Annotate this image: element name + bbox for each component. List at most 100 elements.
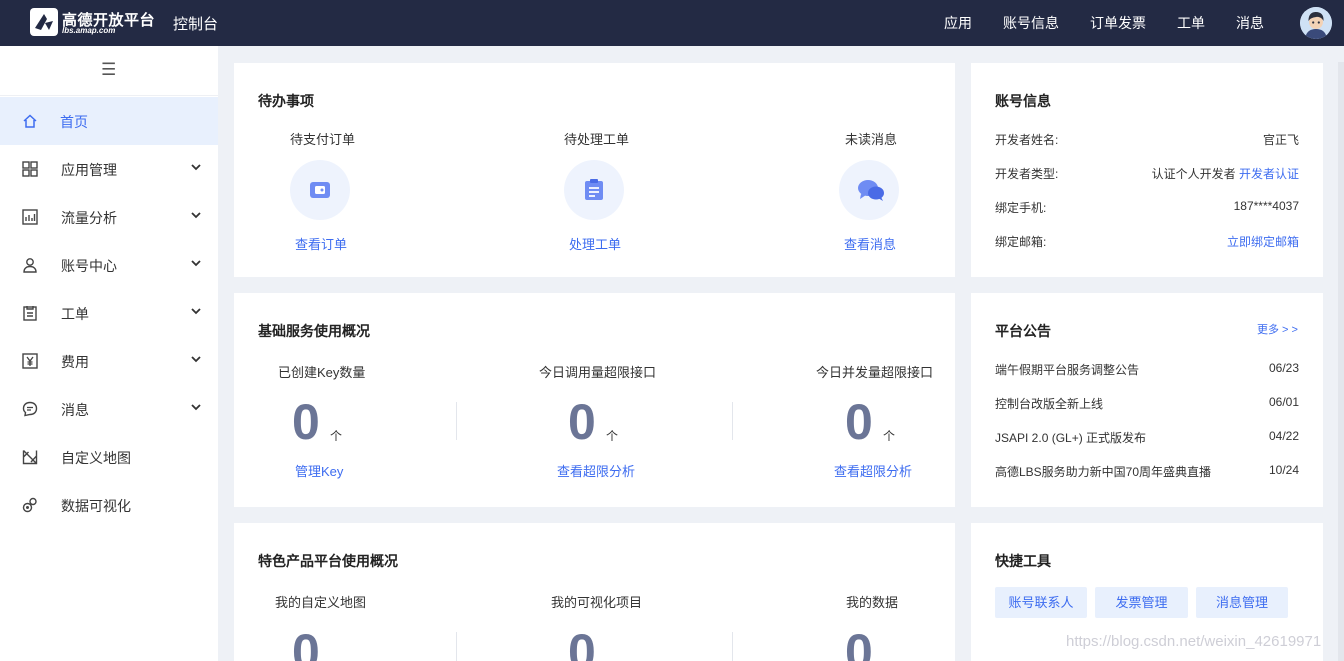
- sidebar-item-fees[interactable]: 费用: [0, 337, 218, 385]
- sidebar-item-account-center[interactable]: 账号中心: [0, 241, 218, 289]
- pending-tickets-label: 待处理工单: [564, 132, 630, 147]
- nav-apps[interactable]: 应用: [944, 0, 972, 46]
- sidebar-item-label: 自定义地图: [61, 450, 131, 466]
- chevron-down-icon: [191, 308, 201, 315]
- pending-orders-circle: [290, 160, 350, 220]
- sidebar-item-traffic-analysis[interactable]: 流量分析: [0, 193, 218, 241]
- sidebar-item-home[interactable]: 首页: [0, 97, 218, 145]
- announcement-item-title[interactable]: 端午假期平台服务调整公告: [995, 361, 1139, 378]
- sidebar-item-label: 消息: [61, 402, 89, 418]
- message-management-button[interactable]: 消息管理: [1196, 587, 1288, 618]
- pending-tickets-circle: [564, 160, 624, 220]
- developer-name-value: 官正飞: [1262, 133, 1299, 147]
- sidebar-item-app-management[interactable]: 应用管理: [0, 145, 218, 193]
- my-data-label: 我的数据: [846, 595, 899, 610]
- chevron-down-icon: [191, 404, 201, 411]
- unread-messages-circle: [839, 160, 899, 220]
- view-concurrency-over-limit-link[interactable]: 查看超限分析: [834, 461, 912, 480]
- pending-orders-label: 待支付订单: [290, 132, 356, 147]
- quick-tools-title: 快捷工具: [995, 553, 1051, 569]
- my-visual-projects-label: 我的可视化项目: [551, 595, 643, 610]
- handle-tickets-link[interactable]: 处理工单: [569, 234, 621, 253]
- source-watermark: https://blog.csdn.net/weixin_42619971: [1066, 633, 1322, 650]
- invoice-management-button[interactable]: 发票管理: [1095, 587, 1188, 618]
- daily-call-over-limit-label: 今日调用量超限接口: [539, 365, 657, 380]
- sidebar-item-custom-map[interactable]: 自定义地图: [0, 433, 218, 481]
- user-avatar[interactable]: [1300, 7, 1332, 39]
- menu-toggle-button[interactable]: ☰: [0, 46, 218, 96]
- brand-domain: lbs.amap.com: [62, 26, 116, 35]
- chat-icon: [858, 180, 884, 201]
- grid-icon: [22, 161, 38, 177]
- announcements-card: 平台公告 更多 > > 端午假期平台服务调整公告 06/23 控制台改版全新上线…: [971, 293, 1323, 507]
- developer-type-value: 认证个人开发者: [1151, 167, 1236, 181]
- account-info-card: 账号信息 开发者姓名: 官正飞 开发者类型: 认证个人开发者 开发者认证 绑定手…: [971, 63, 1323, 277]
- more-announcements-link[interactable]: 更多 > >: [1257, 321, 1298, 337]
- chevron-down-icon: [191, 260, 201, 267]
- announcement-item-date: 06/23: [1268, 361, 1299, 375]
- todo-card: 待办事项 待支付订单 查看订单 待处理工单 处理工单 未读消息 查看消息: [234, 63, 955, 277]
- announcement-item-date: 10/24: [1268, 463, 1299, 477]
- page-scrollbar[interactable]: [1338, 62, 1344, 661]
- my-custom-maps-label: 我的自定义地图: [275, 595, 367, 610]
- daily-call-over-limit-value: 0: [568, 394, 596, 450]
- brand-logo[interactable]: 高德开放平台 lbs.amap.com: [30, 8, 155, 38]
- basic-usage-title: 基础服务使用概况: [258, 323, 370, 339]
- divider: [732, 632, 733, 661]
- developer-type-row: 认证个人开发者 开发者认证: [1152, 165, 1299, 182]
- sidebar-item-label: 首页: [60, 114, 88, 130]
- created-keys-value: 0: [292, 394, 320, 450]
- map-icon: [22, 450, 38, 465]
- daily-concurrency-over-limit-unit: 个: [883, 429, 896, 443]
- nav-orders-invoices[interactable]: 订单发票: [1090, 0, 1146, 46]
- account-contact-button[interactable]: 账号联系人: [995, 587, 1087, 618]
- bound-email-label: 绑定邮箱:: [995, 235, 1047, 249]
- app-title: 控制台: [173, 16, 219, 33]
- brand-logo-icon: [30, 8, 58, 36]
- sidebar-item-label: 费用: [61, 354, 89, 370]
- chart-icon: [22, 209, 38, 225]
- view-messages-link[interactable]: 查看消息: [844, 234, 896, 253]
- sidebar-item-label: 数据可视化: [61, 498, 131, 514]
- divider: [456, 632, 457, 661]
- daily-concurrency-over-limit-value: 0: [845, 394, 873, 450]
- divider: [456, 402, 457, 440]
- bind-email-link[interactable]: 立即绑定邮箱: [1227, 233, 1299, 250]
- clipboard-icon: [23, 306, 37, 321]
- announcements-title: 平台公告: [995, 323, 1051, 339]
- sidebar-item-label: 账号中心: [61, 258, 117, 274]
- sidebar-item-data-visualization[interactable]: 数据可视化: [0, 481, 218, 529]
- daily-call-over-limit-unit: 个: [606, 429, 619, 443]
- developer-verify-link[interactable]: 开发者认证: [1239, 167, 1299, 181]
- menu-icon: ☰: [101, 60, 117, 79]
- top-nav: 应用 账号信息 订单发票 工单 消息: [913, 0, 1264, 46]
- divider: [732, 402, 733, 440]
- nav-tickets[interactable]: 工单: [1177, 0, 1205, 46]
- message-icon: [22, 401, 38, 417]
- nav-account-info[interactable]: 账号信息: [1003, 0, 1059, 46]
- user-icon: [23, 258, 37, 273]
- sidebar-item-messages[interactable]: 消息: [0, 385, 218, 433]
- sidebar-item-label: 应用管理: [61, 162, 117, 178]
- visual-icon: [22, 497, 37, 513]
- my-visual-projects-value: 0: [568, 624, 596, 661]
- nav-messages[interactable]: 消息: [1236, 0, 1264, 46]
- chevron-down-icon: [191, 212, 201, 219]
- announcement-item-title[interactable]: 控制台改版全新上线: [995, 395, 1103, 412]
- announcement-item-title[interactable]: 高德LBS服务助力新中国70周年盛典直播: [995, 463, 1211, 480]
- created-keys-label: 已创建Key数量: [278, 365, 366, 380]
- featured-products-card: 特色产品平台使用概况 我的自定义地图 0 我的可视化项目 0 我的数据 0: [234, 523, 955, 661]
- announcement-item-title[interactable]: JSAPI 2.0 (GL+) 正式版发布: [995, 429, 1146, 446]
- developer-name-label: 开发者姓名:: [995, 133, 1059, 147]
- created-keys-unit: 个: [330, 429, 343, 443]
- top-header: 高德开放平台 lbs.amap.com 控制台 应用 账号信息 订单发票 工单 …: [0, 0, 1344, 46]
- manage-key-link[interactable]: 管理Key: [295, 461, 343, 480]
- unread-messages-label: 未读消息: [845, 132, 898, 147]
- basic-usage-card: 基础服务使用概况 已创建Key数量 0 个 管理Key 今日调用量超限接口 0 …: [234, 293, 955, 507]
- sidebar-item-label: 流量分析: [61, 210, 117, 226]
- view-call-over-limit-link[interactable]: 查看超限分析: [557, 461, 635, 480]
- daily-concurrency-over-limit-label: 今日并发量超限接口: [816, 365, 934, 380]
- developer-type-label: 开发者类型:: [995, 167, 1059, 181]
- view-orders-link[interactable]: 查看订单: [295, 234, 347, 253]
- sidebar-item-tickets[interactable]: 工单: [0, 289, 218, 337]
